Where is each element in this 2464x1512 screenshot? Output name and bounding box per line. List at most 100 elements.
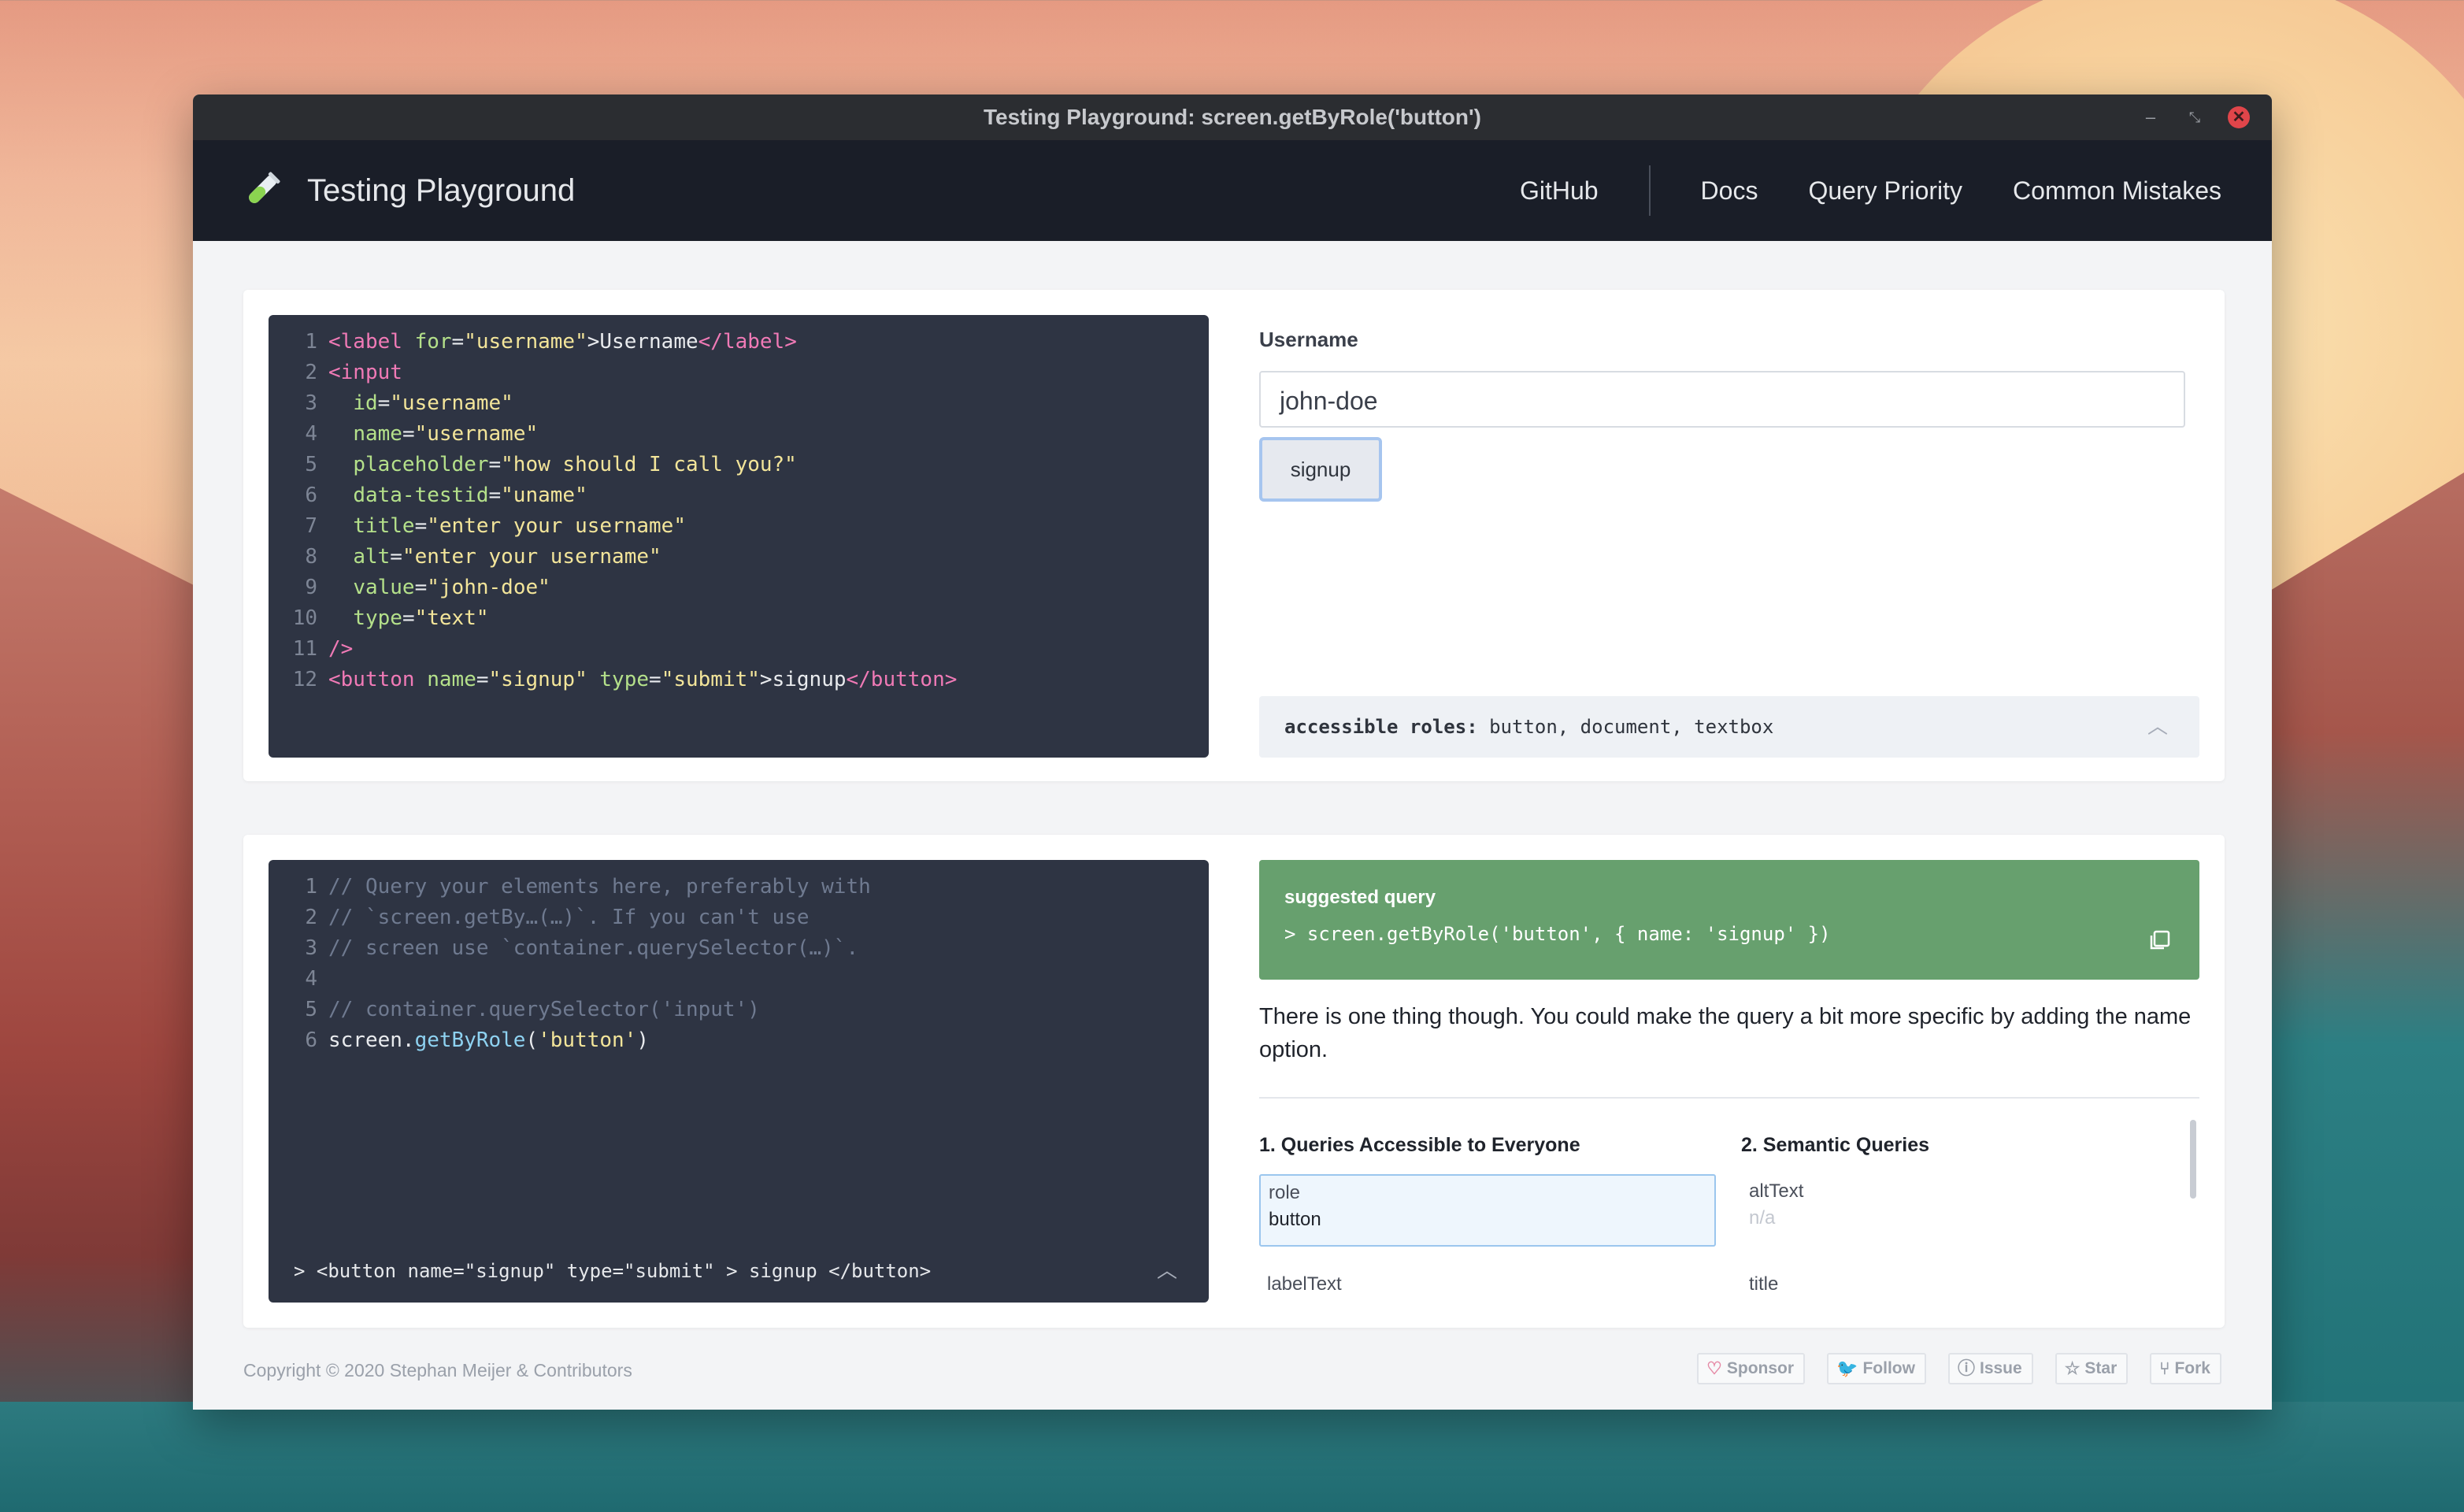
- query-item-labeltext[interactable]: labelText: [1259, 1267, 1716, 1324]
- minimize-icon[interactable]: –: [2140, 106, 2162, 128]
- line-number: 7: [305, 514, 317, 538]
- code-token: data-testid: [353, 484, 489, 507]
- code-line[interactable]: 2 <input: [269, 358, 1209, 388]
- page-footer: Copyright © 2020 Stephan Meijer & Contri…: [243, 1353, 2221, 1400]
- query-editor[interactable]: 1 // Query your elements here, preferably…: [269, 860, 1209, 1303]
- issue-button[interactable]: ⓘ Issue: [1947, 1353, 2033, 1384]
- preview-area: Username john-doe signup: [1259, 328, 2199, 502]
- brand-title[interactable]: Testing Playground: [307, 140, 575, 241]
- code-token: =: [649, 668, 661, 691]
- code-token: "john-doe": [427, 576, 550, 599]
- code-token: // Query your elements here, preferably …: [328, 875, 871, 899]
- chevron-up-icon[interactable]: ︿: [2147, 696, 2168, 758]
- code-token: name: [353, 422, 402, 446]
- code-line[interactable]: 4 name="username": [269, 419, 1209, 450]
- query-item-value: button: [1269, 1209, 1321, 1230]
- markup-code[interactable]: 1 <label for="username">Username</label> 2…: [269, 315, 1209, 695]
- chevron-up-icon[interactable]: ︿: [1157, 1240, 1177, 1303]
- line-number: 4: [305, 967, 317, 991]
- query-item-title[interactable]: title: [1741, 1267, 2198, 1324]
- code-token: =: [476, 668, 489, 691]
- query-item-role[interactable]: role button: [1259, 1174, 1716, 1247]
- code-line[interactable]: 9 value="john-doe": [269, 573, 1209, 603]
- query-item-name: labelText: [1267, 1273, 1342, 1295]
- code-line[interactable]: 3 id="username": [269, 388, 1209, 419]
- code-token: >Username: [587, 330, 698, 354]
- star-button[interactable]: ☆ Star: [2055, 1353, 2129, 1384]
- markup-editor[interactable]: 1 <label for="username">Username</label> 2…: [269, 315, 1209, 758]
- nav-link-query-priority[interactable]: Query Priority: [1808, 176, 1962, 206]
- line-number: 5: [305, 998, 317, 1021]
- code-token: <input: [328, 361, 402, 384]
- code-token: </button>: [846, 668, 958, 691]
- line-number: 1: [305, 875, 317, 899]
- code-token: =: [414, 514, 428, 538]
- code-line[interactable]: 7 title="enter your username": [269, 511, 1209, 542]
- query-result-text: > <button name="signup" type="submit" > …: [294, 1260, 932, 1282]
- code-line[interactable]: 10 type="text": [269, 603, 1209, 634]
- line-number: 6: [305, 1028, 317, 1052]
- code-token: "username": [464, 330, 587, 354]
- accessible-roles-value: button, document, textbox: [1477, 716, 1774, 738]
- copy-icon[interactable]: [2149, 929, 2171, 951]
- test-tube-icon: [249, 172, 280, 203]
- line-number: 12: [292, 668, 317, 691]
- window-titlebar[interactable]: Testing Playground: screen.getByRole('bu…: [193, 94, 2272, 140]
- code-token: screen.: [328, 1028, 415, 1052]
- query-code[interactable]: 1 // Query your elements here, preferably…: [269, 860, 1209, 1056]
- issue-icon: ⓘ: [1957, 1358, 1975, 1378]
- code-token: <label: [328, 330, 415, 354]
- maximize-icon[interactable]: ⤡: [2184, 106, 2206, 128]
- nav-link-common-mistakes[interactable]: Common Mistakes: [2013, 176, 2221, 206]
- code-line[interactable]: 3 // screen use `container.querySelector(…: [269, 933, 1209, 964]
- line-number: 8: [305, 545, 317, 569]
- fork-button[interactable]: ⑂ Fork: [2150, 1353, 2221, 1384]
- code-token: =: [402, 606, 415, 630]
- code-token: (: [525, 1028, 539, 1052]
- code-token: =: [377, 391, 391, 415]
- social-buttons: ♡ Sponsor 🐦 Follow ⓘ Issue ☆ Star ⑂ Fork: [1675, 1353, 2221, 1384]
- query-panel: 1 // Query your elements here, preferably…: [243, 835, 2225, 1328]
- code-line[interactable]: 11 />: [269, 634, 1209, 665]
- accessible-roles-bar[interactable]: accessible roles: button, document, text…: [1259, 696, 2199, 758]
- code-line[interactable]: 1 <label for="username">Username</label>: [269, 327, 1209, 358]
- code-token: value: [353, 576, 415, 599]
- code-line[interactable]: 6 data-testid="uname": [269, 480, 1209, 511]
- code-token: =: [488, 484, 502, 507]
- code-token: "enter your username": [402, 545, 661, 569]
- copyright-text: Copyright © 2020 Stephan Meijer & Contri…: [243, 1360, 632, 1380]
- code-line[interactable]: 5 placeholder="how should I call you?": [269, 450, 1209, 480]
- preview-username-input[interactable]: john-doe: [1259, 371, 2185, 428]
- queries-heading-semantic: 2. Semantic Queries: [1741, 1134, 1930, 1156]
- code-token: for: [414, 330, 452, 354]
- follow-button[interactable]: 🐦 Follow: [1827, 1353, 1926, 1384]
- nav-link-docs[interactable]: Docs: [1701, 176, 1758, 206]
- code-line[interactable]: 5 // container.querySelector('input'): [269, 995, 1209, 1025]
- queries-scrollbar[interactable]: [2190, 1120, 2196, 1199]
- code-token: // `screen.getBy…(…)`. If you can't use: [328, 906, 810, 929]
- close-icon[interactable]: ✕: [2228, 106, 2250, 128]
- code-line[interactable]: 2 // `screen.getBy…(…)`. If you can't use: [269, 902, 1209, 933]
- code-line[interactable]: 4: [269, 964, 1209, 995]
- top-navbar: Testing Playground GitHub Docs Query Pri…: [193, 140, 2272, 241]
- nav-links: GitHub Docs Query Priority Common Mistak…: [1469, 140, 2221, 241]
- code-token: "username": [390, 391, 513, 415]
- background-terrain-right: [2259, 472, 2464, 1512]
- code-line[interactable]: 1 // Query your elements here, preferably…: [269, 872, 1209, 902]
- code-token: "submit": [661, 668, 760, 691]
- code-token: />: [328, 637, 354, 661]
- preview-signup-button[interactable]: signup: [1259, 437, 1382, 502]
- code-line[interactable]: 12 <button name="signup" type="submit">si…: [269, 665, 1209, 695]
- nav-link-github[interactable]: GitHub: [1520, 176, 1599, 206]
- query-item-name: role: [1269, 1182, 1301, 1203]
- query-item-alttext[interactable]: altText n/a: [1741, 1174, 2198, 1247]
- code-line[interactable]: 6 screen.getByRole('button'): [269, 1025, 1209, 1056]
- code-line[interactable]: 8 alt="enter your username": [269, 542, 1209, 573]
- sponsor-button[interactable]: ♡ Sponsor: [1697, 1353, 1806, 1384]
- query-result-bar[interactable]: > <button name="signup" type="submit" > …: [269, 1240, 1209, 1303]
- suggested-query-text: > screen.getByRole('button', { name: 'si…: [1284, 923, 1831, 945]
